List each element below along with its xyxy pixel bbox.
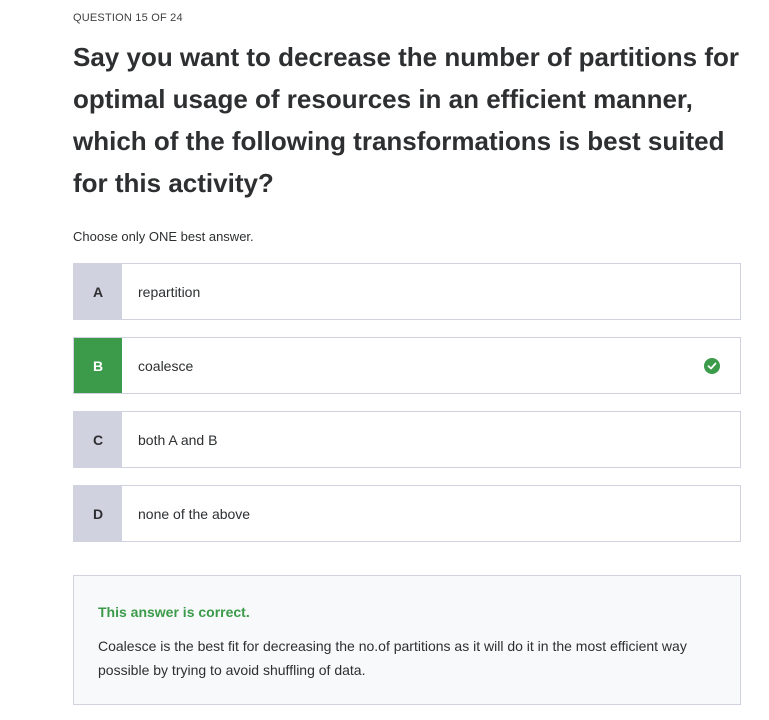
option-c[interactable]: C both A and B	[73, 411, 741, 468]
answer-instruction: Choose only ONE best answer.	[73, 229, 254, 244]
option-b[interactable]: B coalesce	[73, 337, 741, 394]
check-circle-icon	[704, 357, 720, 374]
option-a[interactable]: A repartition	[73, 263, 741, 320]
answer-feedback-panel: This answer is correct. Coalesce is the …	[73, 575, 741, 705]
option-text: none of the above	[138, 505, 251, 522]
question-text: Say you want to decrease the number of p…	[73, 42, 740, 198]
option-text: repartition	[138, 283, 201, 300]
option-letter: A	[74, 264, 122, 319]
option-letter: D	[74, 486, 122, 541]
question-counter: QUESTION 15 OF 24	[73, 12, 183, 24]
option-d[interactable]: D none of the above	[73, 485, 741, 542]
feedback-title: This answer is correct.	[98, 604, 250, 620]
feedback-explanation: Coalesce is the best fit for decreasing …	[98, 638, 687, 678]
option-text: both A and B	[138, 431, 218, 448]
option-text: coalesce	[138, 357, 194, 374]
option-letter: C	[74, 412, 122, 467]
option-letter: B	[74, 338, 122, 393]
